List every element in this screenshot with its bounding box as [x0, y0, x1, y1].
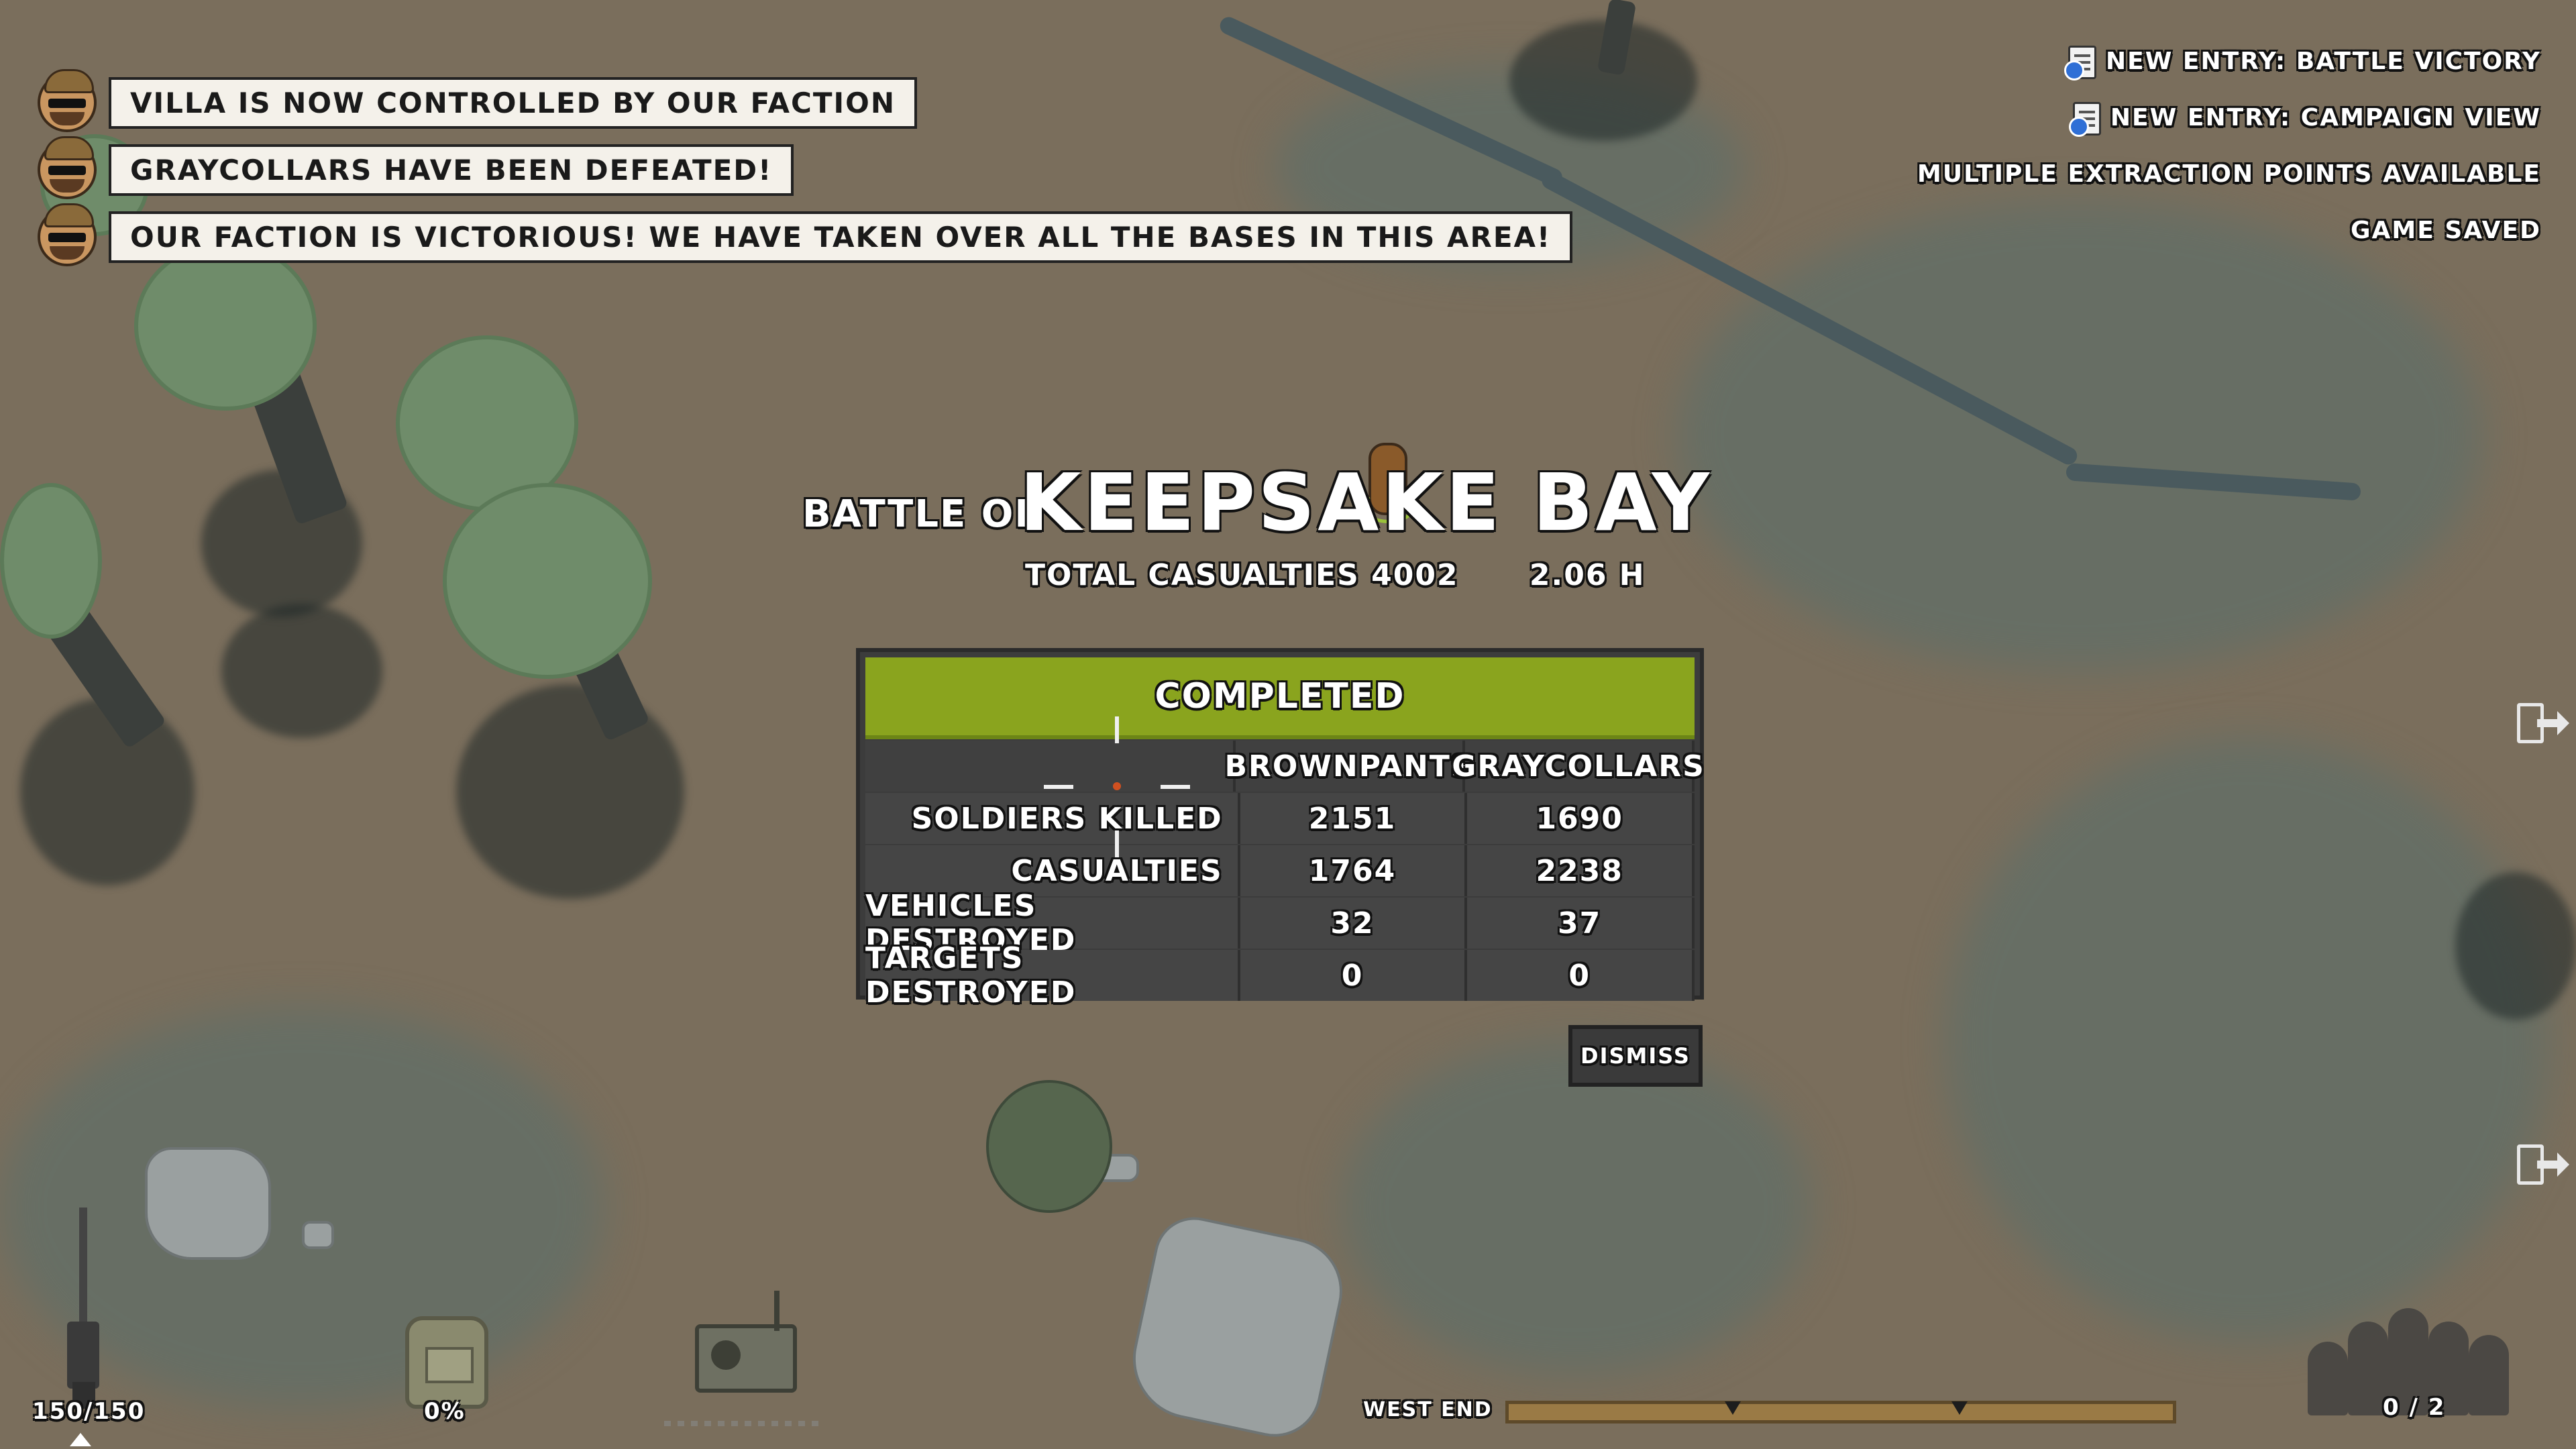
battle-summary: Total casualties 4002 2.06 h [1025, 558, 1705, 592]
tree-shadow [2455, 872, 2576, 1020]
log-entry-text: New entry: Battle victory [2105, 48, 2541, 75]
rock [1122, 1210, 1352, 1446]
tree-shadow [20, 698, 195, 885]
bush [986, 1080, 1112, 1213]
exit-icon[interactable] [2517, 703, 2569, 746]
progress-marker [1725, 1401, 1741, 1415]
event-log: New entry: Battle victory New entry: Cam… [1917, 34, 2541, 259]
dismiss-button[interactable]: Dismiss [1568, 1025, 1703, 1087]
notification: Villa is now controlled by our faction [38, 69, 1572, 132]
backpack-capacity: 0% [424, 1398, 466, 1425]
tree-shadow [221, 604, 382, 738]
notification-text: Graycollars have been defeated! [109, 144, 794, 196]
column-header-brownpants: Brownpants [1225, 741, 1472, 792]
cell-value: 2238 [1467, 845, 1695, 896]
battle-status: Completed [865, 657, 1695, 739]
notification-text: Our faction is victorious! We have taken… [109, 211, 1573, 263]
machine-gun-icon[interactable] [58, 1208, 111, 1409]
extraction-progress-bar [1505, 1401, 2176, 1424]
total-casualties: Total casualties 4002 [1025, 558, 1459, 592]
commander-avatar [38, 69, 97, 132]
journal-icon [2068, 102, 2101, 137]
notification: Graycollars have been defeated! [38, 136, 1572, 199]
cell-value: 32 [1240, 898, 1468, 949]
cell-value: 0 [1240, 950, 1468, 1001]
header-empty-cell [865, 741, 1236, 792]
log-entry-text: Game saved [2350, 217, 2541, 244]
table-row: Soldiers killed 2151 1690 [865, 793, 1695, 844]
log-entry: Multiple extraction points available [1917, 146, 2541, 203]
row-label: Targets destroyed [865, 941, 1240, 1010]
column-header-graycollars: Graycollars [1452, 741, 1704, 792]
commander-avatar [38, 136, 97, 199]
cell-value: 0 [1467, 950, 1695, 1001]
grass-patch [1342, 1040, 1811, 1375]
grass-patch [1677, 201, 2482, 671]
radio-icon[interactable] [695, 1291, 797, 1393]
cell-value: 37 [1467, 898, 1695, 949]
cell-value: 1690 [1467, 793, 1695, 844]
battle-title: Keepsake Bay [1020, 456, 1712, 549]
backpack-icon[interactable] [405, 1316, 488, 1409]
notification-feed: Villa is now controlled by our faction G… [38, 69, 1573, 275]
location-label: West End [1363, 1398, 1493, 1421]
log-entry-text: Multiple extraction points available [1917, 160, 2541, 188]
log-entry[interactable]: New entry: Campaign view [1917, 90, 2541, 146]
battle-duration: 2.06 h [1529, 558, 1646, 592]
battle-prefix: Battle of [802, 492, 1042, 536]
grass-patch [1945, 738, 2549, 1342]
commander-avatar [38, 203, 97, 266]
tree-shadow [456, 684, 684, 899]
tree-canopy [0, 483, 102, 639]
cell-value: 2151 [1240, 793, 1468, 844]
log-entry[interactable]: New entry: Battle victory [1917, 34, 2541, 90]
cell-value: 1764 [1240, 845, 1468, 896]
caret-up-icon [70, 1433, 91, 1446]
row-label: Soldiers killed [865, 793, 1240, 844]
log-entry: Game saved [1917, 203, 2541, 259]
rock [145, 1147, 271, 1260]
notification-text: Villa is now controlled by our faction [109, 76, 918, 129]
notification: Our faction is victorious! We have taken… [38, 203, 1573, 266]
radio-cooldown-dots [664, 1421, 825, 1426]
journal-icon [2063, 46, 2096, 80]
battle-results-panel: Completed Brownpants Graycollars Soldier… [856, 648, 1704, 1010]
results-table: Brownpants Graycollars Soldiers killed 2… [865, 741, 1704, 1010]
progress-marker [1951, 1401, 1968, 1415]
log-entry-text: New entry: Campaign view [2110, 104, 2541, 131]
table-header-row: Brownpants Graycollars [865, 741, 1704, 792]
table-row: Targets destroyed 0 0 [865, 941, 1695, 1010]
exit-icon[interactable] [2517, 1144, 2569, 1187]
rock [302, 1221, 334, 1249]
tree-canopy [443, 483, 652, 679]
ammo-counter: 150/150 [32, 1398, 146, 1425]
squad-counter: 0 / 2 [2383, 1394, 2446, 1421]
